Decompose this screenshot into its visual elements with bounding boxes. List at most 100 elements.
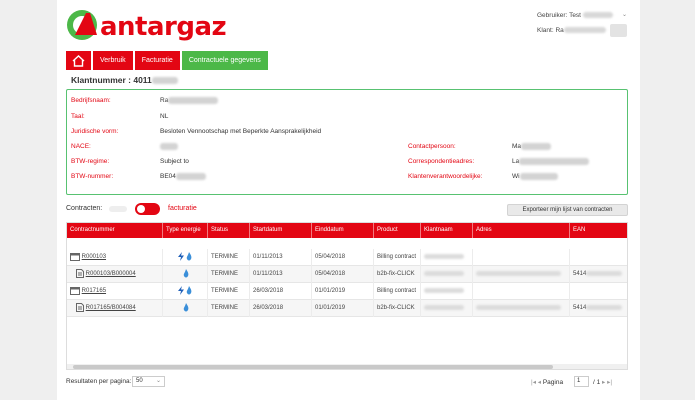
toggle-knob[interactable]	[137, 205, 145, 213]
home-button[interactable]	[66, 51, 91, 70]
home-icon	[72, 54, 85, 67]
start-cell: 26/03/2018	[250, 300, 312, 317]
brand-name: antargaz	[100, 12, 227, 42]
product-cell: b2b-fix-CLICK	[374, 266, 421, 283]
page: antargaz Gebruiker: Test ⌄ Klant: Ra Ver…	[57, 0, 640, 400]
export-contracts-button[interactable]: Exporteer mijn lijst van contracten	[507, 204, 628, 216]
first-page-icon[interactable]: |◂	[531, 379, 536, 386]
antargaz-logo[interactable]: antargaz	[66, 8, 227, 40]
klantnaam-cell	[421, 249, 473, 266]
table-row[interactable]: R017165/B004084 TERMINE 26/03/2018 01/01…	[67, 300, 627, 317]
lightning-icon	[178, 251, 184, 261]
btw-nummer-value: BE04	[160, 173, 206, 180]
status-cell: TERMINE	[208, 283, 250, 300]
last-page-icon[interactable]: ▸|	[607, 379, 612, 386]
product-cell: b2b-fix-CLICK	[374, 300, 421, 317]
client-value: Ra	[555, 27, 564, 34]
toggle-off-label	[109, 206, 127, 212]
ean-cell	[570, 283, 627, 300]
adres-cell	[473, 283, 570, 300]
end-cell: 01/01/2019	[312, 283, 374, 300]
col-ean[interactable]: EAN	[570, 223, 627, 238]
contract-cell[interactable]: R000103/B000004	[67, 266, 163, 283]
btw-nummer-label: BTW-nummer:	[71, 173, 114, 180]
adres-cell	[473, 249, 570, 266]
contract-cell[interactable]: R000103	[67, 249, 163, 266]
tab-verbruik[interactable]: Verbruik	[93, 51, 133, 70]
pagination-next: / 1 ▸ ▸|	[593, 378, 612, 386]
end-cell: 01/01/2019	[312, 300, 374, 317]
table-row[interactable]: R017165 TERMINE 26/03/2018 01/01/2019 Bi…	[67, 283, 627, 300]
chevron-down-icon[interactable]: ⌄	[622, 11, 627, 18]
klantnummer-label: Klantnummer : 4011	[71, 75, 152, 85]
client-name-redacted	[563, 27, 606, 34]
page-number-input[interactable]: 1	[574, 376, 589, 387]
table-header: Contractnummer Type energie Status Start…	[67, 223, 627, 238]
contract-number[interactable]: R017165	[82, 288, 106, 294]
lightning-icon	[178, 285, 184, 295]
client-select-button[interactable]	[610, 24, 627, 37]
nace-value	[160, 143, 178, 150]
contract-number[interactable]: R017165/B004084	[86, 305, 136, 311]
prev-page-icon[interactable]: ◂	[538, 379, 541, 386]
col-product[interactable]: Product	[374, 223, 421, 238]
energy-cell	[163, 300, 208, 317]
start-cell: 01/11/2013	[250, 266, 312, 283]
nace-label: NACE:	[71, 143, 91, 150]
document-icon	[76, 268, 84, 278]
klantenverantwoordelijke-value: Wi	[512, 173, 558, 180]
status-cell: TERMINE	[208, 300, 250, 317]
status-cell: TERMINE	[208, 249, 250, 266]
juridische-vorm-value: Besloten Vennootschap met Beperkte Aansp…	[160, 128, 322, 135]
contract-number[interactable]: R000103	[82, 254, 106, 260]
energy-cell	[163, 249, 208, 266]
col-contractnummer[interactable]: Contractnummer	[67, 223, 163, 238]
juridische-vorm-label: Juridische vorm:	[71, 128, 119, 135]
klantnummer-redacted	[151, 77, 178, 85]
contracts-table: Contractnummer Type energie Status Start…	[66, 222, 628, 370]
chevron-down-icon: ⌄	[155, 378, 161, 384]
contract-cell[interactable]: R017165	[67, 283, 163, 300]
per-page-label: Resultaten per pagina:	[66, 378, 132, 385]
per-page-value: 50	[136, 378, 143, 384]
contract-number[interactable]: R000103/B000004	[86, 271, 136, 277]
ean-cell: 5414	[570, 300, 627, 317]
scrollbar-thumb[interactable]	[73, 365, 553, 369]
end-cell: 05/04/2018	[312, 266, 374, 283]
product-cell: Billing contract	[374, 249, 421, 266]
col-status[interactable]: Status	[208, 223, 250, 238]
energy-cell	[163, 266, 208, 283]
tab-contractuele-gegevens[interactable]: Contractuele gegevens	[181, 51, 268, 70]
klantenverantwoordelijke-label: Klantenverantwoordelijke:	[408, 173, 483, 180]
adres-cell	[473, 300, 570, 317]
table-row[interactable]: R000103 TERMINE 01/11/2013 05/04/2018 Bi…	[67, 249, 627, 266]
client-info: Klant: Ra	[537, 27, 606, 34]
user-value: Test	[569, 12, 581, 19]
flame-icon	[186, 285, 192, 295]
table-row[interactable]: R000103/B000004 TERMINE 01/11/2013 05/04…	[67, 266, 627, 283]
taal-label: Taal:	[71, 113, 85, 120]
col-einddatum[interactable]: Einddatum	[312, 223, 374, 238]
horizontal-scrollbar[interactable]	[67, 364, 627, 369]
energy-cell	[163, 283, 208, 300]
col-adres[interactable]: Adres	[473, 223, 570, 238]
adres-cell	[473, 266, 570, 283]
next-page-icon[interactable]: ▸	[602, 379, 605, 386]
correspondentieadres-label: Correspondentieadres:	[408, 158, 475, 165]
col-startdatum[interactable]: Startdatum	[250, 223, 312, 238]
main-nav: Verbruik Facturatie Contractuele gegeven…	[66, 51, 268, 70]
ean-cell	[570, 249, 627, 266]
document-icon	[76, 302, 84, 312]
flame-icon	[183, 302, 189, 312]
contactpersoon-value: Ma	[512, 143, 552, 150]
flame-icon	[183, 268, 189, 278]
flame-icon	[186, 251, 192, 261]
page-total: / 1	[593, 379, 601, 386]
col-type-energie[interactable]: Type energie	[163, 223, 208, 238]
user-label: Gebruiker:	[537, 12, 568, 19]
contract-cell[interactable]: R017165/B004084	[67, 300, 163, 317]
per-page-select[interactable]: 50 ⌄	[132, 376, 165, 387]
klantnaam-cell	[421, 300, 473, 317]
tab-facturatie[interactable]: Facturatie	[134, 51, 180, 70]
col-klantnaam[interactable]: Klantnaam	[421, 223, 473, 238]
